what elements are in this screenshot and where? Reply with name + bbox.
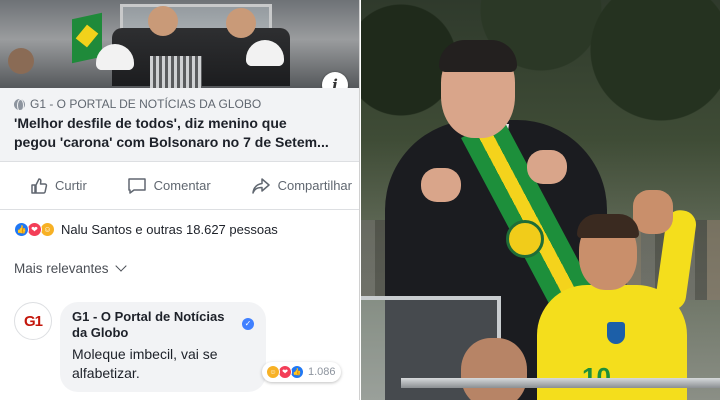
like-button[interactable]: Curtir [30,177,87,195]
comment-reactions[interactable]: ☺ ❤ 👍 1.086 [262,362,341,382]
parade-photo: 10 [361,0,720,400]
info-icon[interactable]: i [322,72,348,88]
reactions-summary[interactable]: 👍 ❤ ☺ Nalu Santos e outras 18.627 pessoa… [14,218,278,240]
avatar[interactable]: G1 [14,302,52,340]
link-preview-image[interactable]: i [0,0,359,88]
comment-sort-dropdown[interactable]: Mais relevantes [14,258,127,278]
like-label: Curtir [55,178,87,193]
thumb-person [148,6,178,36]
chevron-down-icon [114,260,127,272]
love-icon: ❤ [278,365,292,379]
boy-hair [577,214,639,238]
comment-reaction-count: 1.086 [308,366,336,378]
share-label: Compartilhar [277,178,352,193]
comment-label: Comentar [153,178,211,193]
man-hair [439,40,517,72]
haha-icon: ☺ [266,365,280,379]
link-source-label: G1 - O PORTAL DE NOTÍCIAS DA GLOBO [30,97,262,111]
link-preview[interactable]: G1 - O PORTAL DE NOTÍCIAS DA GLOBO 'Melh… [0,88,359,162]
comment-button[interactable]: Comentar [127,177,211,195]
sash-emblem [506,220,544,258]
verified-badge-icon: ✓ [242,318,254,330]
comment-bubble: G1 - O Portal de Notícias da Globo ✓ Mol… [60,302,266,392]
share-icon [251,177,270,194]
g1-logo: G1 [23,312,43,330]
comment-icon [127,177,146,194]
man-hand-left [421,168,461,202]
link-headline[interactable]: 'Melhor desfile de todos', diz menino qu… [14,114,354,152]
driver-head [461,338,527,400]
haha-icon: ☺ [40,221,55,237]
facebook-post: i G1 - O PORTAL DE NOTÍCIAS DA GLOBO 'Me… [0,0,360,400]
love-icon: ❤ [27,221,42,237]
post-actions: Curtir Comentar Compartilhar [0,162,359,210]
thumb-car-grille [150,56,202,88]
like-icon: 👍 [14,221,29,237]
share-button[interactable]: Compartilhar [251,177,352,195]
boy-waving-hand [633,190,673,234]
comment-author[interactable]: G1 - O Portal de Notícias da Globo [72,309,242,341]
like-icon: 👍 [290,365,304,379]
link-source: G1 - O PORTAL DE NOTÍCIAS DA GLOBO [14,96,261,112]
globe-icon [14,98,25,112]
jersey-crest [607,322,625,344]
comment-sort-label: Mais relevantes [14,260,109,276]
comment-text: Moleque imbecil, vai se alfabetizar. [72,346,218,381]
thumb-person [8,48,34,74]
car-handrail [401,378,720,388]
thumbs-up-icon [31,177,48,194]
reactions-text: Nalu Santos e outras 18.627 pessoas [61,221,278,237]
man-hand-right [527,150,567,184]
thumb-person [226,8,256,38]
